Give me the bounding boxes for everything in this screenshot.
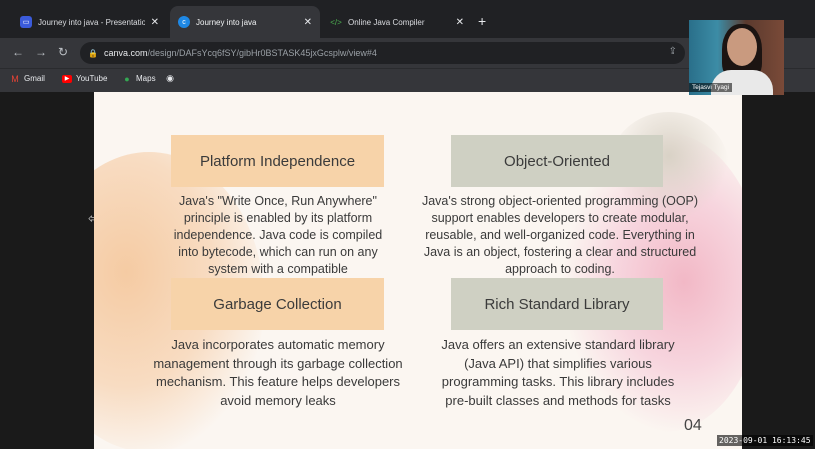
card-title-rich-standard-library: Rich Standard Library	[451, 278, 663, 330]
tab-label: Journey into java	[196, 17, 257, 27]
close-icon[interactable]: ✕	[151, 17, 159, 28]
close-icon[interactable]: ✕	[456, 17, 464, 28]
url-host: canva.com	[103, 48, 148, 58]
webcam-overlay: Tejasvi Tyagi	[689, 20, 784, 95]
canva-presentation-icon: ▭	[20, 16, 32, 28]
card-title-garbage-collection: Garbage Collection	[171, 278, 384, 330]
webcam-participant-name: Tejasvi Tyagi	[689, 83, 733, 92]
bookmark-label: YouTube	[76, 74, 108, 83]
bookmark-label: Maps	[136, 74, 156, 83]
gmail-icon: M	[11, 73, 19, 84]
lock-icon: 🔒	[88, 48, 98, 58]
bookmark-label: Gmail	[24, 74, 45, 83]
back-arrow-icon[interactable]: ←	[12, 45, 24, 59]
reload-icon[interactable]: ↻	[58, 45, 68, 59]
tab-label: Online Java Compiler	[348, 17, 425, 27]
tab-online-java-compiler[interactable]: </> Online Java Compiler ✕	[322, 6, 472, 38]
forward-arrow-icon[interactable]: →	[35, 45, 47, 59]
bookmark-gmail[interactable]: M Gmail	[10, 73, 45, 84]
new-tab-button[interactable]: +	[478, 14, 486, 28]
share-icon[interactable]: ⇪	[669, 46, 677, 57]
address-bar[interactable]: 🔒 canva.com/design/DAFsYcq6fSY/gibHr0BST…	[80, 42, 685, 64]
youtube-icon: ▶	[62, 74, 72, 83]
tab-presentation[interactable]: ▭ Journey into java - Presentation ✕	[12, 6, 167, 38]
slide-page-number: 04	[684, 417, 702, 434]
globe-icon: ◉	[166, 72, 174, 83]
canva-icon: c	[178, 16, 190, 28]
maps-pin-icon: ●	[124, 73, 130, 84]
card-text-object-oriented: Java's strong object-oriented programmin…	[421, 194, 699, 276]
card-title-object-oriented: Object-Oriented	[451, 135, 663, 187]
bookmark-youtube[interactable]: ▶ YouTube	[62, 74, 107, 83]
card-text-garbage-collection: Java incorporates automatic memory manag…	[153, 337, 403, 408]
tab-label: Journey into java - Presentation	[38, 17, 145, 27]
recording-timestamp: 2023-09-01 16:13:45	[717, 435, 813, 446]
webcam-person-face	[727, 28, 757, 66]
slide: Platform Independence Java's "Write Once…	[94, 92, 742, 449]
tab-journey-into-java[interactable]: c Journey into java ✕	[170, 6, 320, 38]
card-title-platform-independence: Platform Independence	[171, 135, 384, 187]
bookmark-globe[interactable]: ◉	[165, 72, 179, 83]
card-text-platform-independence: Java's "Write Once, Run Anywhere" princi…	[173, 194, 383, 276]
close-icon[interactable]: ✕	[304, 17, 312, 28]
url-path: /design/DAFsYcq6fSY/gibHr0BSTASK45jxGcsp…	[147, 48, 377, 58]
code-brackets-icon: </>	[330, 17, 342, 27]
card-text-rich-standard-library: Java offers an extensive standard librar…	[441, 337, 675, 408]
bookmark-maps[interactable]: ● Maps	[122, 73, 156, 84]
